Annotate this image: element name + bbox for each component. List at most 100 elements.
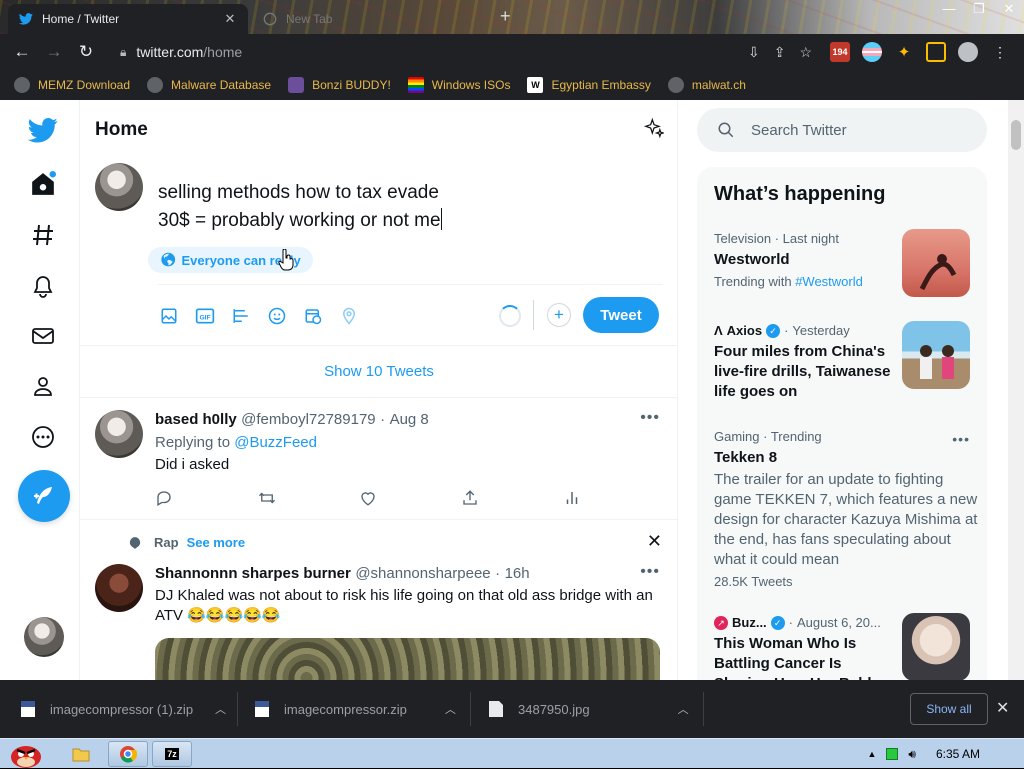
profile-person-icon[interactable] (26, 369, 60, 403)
ublock-extension-icon[interactable]: 194 (830, 42, 850, 62)
network-icon[interactable] (886, 748, 899, 760)
bookmark-star-icon[interactable]: ☆ (799, 44, 812, 61)
download-item[interactable]: imagecompressor (1).zip ︿ (20, 680, 226, 738)
sparkle-icon[interactable] (643, 117, 666, 143)
more-options-icon[interactable]: ••• (952, 431, 970, 447)
chevron-up-icon[interactable]: ︿ (678, 701, 689, 717)
poll-icon[interactable] (230, 305, 252, 327)
taiwan-news-thumbnail[interactable] (902, 321, 970, 389)
tweet-time[interactable]: 16h (505, 565, 530, 582)
tweet-handle[interactable]: @femboyl72789179 (241, 411, 376, 428)
chevron-up-icon[interactable]: ︿ (445, 701, 456, 717)
bookmark-egyptian-embassy[interactable]: W Egyptian Embassy (527, 77, 651, 93)
scrollbar-thumb[interactable] (1011, 120, 1021, 150)
install-app-icon[interactable]: ⇩ (748, 44, 760, 61)
retweet-icon[interactable] (257, 488, 359, 508)
lock-icon[interactable]: 🔒︎ (120, 45, 126, 60)
download-shelf: imagecompressor (1).zip ︿ imagecompresso… (0, 680, 1024, 738)
compose-textbox[interactable]: selling methods how to tax evade 30$ = p… (158, 179, 442, 235)
replying-to-link[interactable]: @BuzzFeed (234, 434, 317, 451)
tweet-avatar[interactable] (95, 564, 143, 612)
more-options-icon[interactable]: ••• (640, 409, 660, 427)
menu-kebab-icon[interactable]: ⋮ (990, 42, 1010, 62)
trend-item[interactable]: ↗ Buz... ✓ · August 6, 20... This Woman … (714, 615, 894, 680)
bookmark-bonzi[interactable]: Bonzi BUDDY! (288, 77, 391, 93)
tweet-media-image[interactable] (155, 638, 660, 680)
tab-new-tab[interactable]: New Tab (252, 4, 482, 34)
tweet-avatar[interactable] (95, 410, 143, 458)
tweet[interactable]: Rap See more ✕ Shannonnn sharpes burner … (80, 521, 678, 680)
gif-icon[interactable]: GIF (194, 305, 216, 327)
see-more-link[interactable]: See more (187, 535, 246, 550)
notifications-bell-icon[interactable] (26, 269, 60, 303)
volume-icon[interactable]: 🔊︎ (908, 747, 916, 762)
twitter-logo-icon[interactable] (26, 113, 60, 147)
add-thread-button[interactable]: + (547, 303, 571, 327)
more-options-icon[interactable]: ••• (640, 563, 660, 581)
dismiss-close-icon[interactable]: ✕ (647, 531, 662, 552)
twitter-page: Home selling methods how to tax evade 30… (0, 100, 1024, 680)
profile-avatar-icon[interactable] (958, 42, 978, 62)
new-tab-icon[interactable]: + (500, 6, 511, 27)
buzzfeed-thumbnail[interactable] (902, 613, 970, 680)
compose-tweet-button[interactable] (18, 470, 70, 522)
bookmark-label: Windows ISOs (431, 78, 511, 92)
analytics-icon[interactable] (563, 488, 665, 508)
taskbar-clock[interactable]: 6:35 AM (936, 747, 980, 761)
bookmark-memz[interactable]: MEMZ Download (14, 77, 130, 93)
explore-hashtag-icon[interactable] (26, 218, 60, 252)
minimize-icon[interactable]: — (934, 0, 964, 20)
tab-twitter[interactable]: Home / Twitter ✕ (8, 4, 248, 34)
tweet-time[interactable]: Aug 8 (390, 411, 429, 428)
close-tab-icon[interactable]: ✕ (222, 11, 238, 27)
tray-expand-icon[interactable]: ▲ (867, 749, 876, 759)
schedule-icon[interactable] (302, 305, 324, 327)
bookmark-windows-isos[interactable]: Windows ISOs (407, 77, 511, 93)
search-input[interactable]: Search Twitter (697, 108, 987, 152)
topic-label[interactable]: Rap (154, 535, 179, 550)
close-download-shelf-icon[interactable]: ✕ (996, 698, 1009, 718)
puzzle-extensions-icon[interactable]: ✦ (894, 42, 914, 62)
trend-item[interactable]: Gaming · Trending Tekken 8 The trailer f… (714, 429, 979, 589)
start-angry-bird-icon[interactable] (4, 741, 48, 768)
show-new-tweets-button[interactable]: Show 10 Tweets (80, 346, 678, 398)
maximize-icon[interactable]: ❐ (964, 0, 994, 20)
westworld-thumbnail[interactable] (902, 229, 970, 297)
reply-icon[interactable] (155, 488, 257, 508)
compose-avatar[interactable] (95, 163, 143, 211)
reload-icon[interactable]: ↻ (70, 42, 102, 62)
hashtag-link[interactable]: #Westworld (795, 274, 863, 289)
account-avatar[interactable] (24, 617, 64, 657)
emoji-icon[interactable] (266, 305, 288, 327)
forward-arrow-icon[interactable]: → (38, 42, 70, 62)
explorer-folder-icon[interactable] (70, 741, 92, 767)
tweet-handle[interactable]: @shannonsharpeee (355, 565, 490, 582)
trend-item[interactable]: Λ Axios ✓ · Yesterday Four miles from Ch… (714, 323, 894, 402)
tweet-author-name[interactable]: based h0lly (155, 411, 237, 428)
show-all-downloads-button[interactable]: Show all (910, 693, 988, 725)
tweet-button[interactable]: Tweet (583, 297, 659, 333)
bookmark-malware-database[interactable]: Malware Database (147, 77, 271, 93)
messages-envelope-icon[interactable] (26, 319, 60, 353)
back-arrow-icon[interactable]: ← (6, 42, 38, 62)
download-item[interactable]: 3487950.jpg ︿ (488, 680, 689, 738)
location-pin-icon[interactable] (338, 305, 360, 327)
share-icon[interactable]: ⇪ (774, 44, 786, 61)
share-icon[interactable] (461, 488, 563, 508)
like-heart-icon[interactable] (359, 488, 461, 508)
more-circle-icon[interactable] (26, 420, 60, 454)
chrome-taskbar-button[interactable] (108, 741, 148, 767)
bookmark-malwatch[interactable]: malwat.ch (667, 77, 746, 93)
tweet-author-name[interactable]: Shannonnn sharpes burner (155, 565, 351, 582)
download-item[interactable]: imagecompressor.zip ︿ (254, 680, 456, 738)
address-bar[interactable]: 🔒︎ twitter.com/home ⇩ ⇪ ☆ (108, 37, 820, 67)
sidepanel-icon[interactable] (926, 42, 946, 62)
home-icon[interactable] (26, 167, 60, 201)
tweet[interactable]: based h0lly @femboyl72789179 · Aug 8 •••… (80, 399, 678, 520)
page-scrollbar[interactable] (1008, 100, 1024, 680)
close-window-icon[interactable]: ✕ (994, 0, 1024, 20)
chevron-up-icon[interactable]: ︿ (215, 701, 226, 717)
flag-extension-icon[interactable] (862, 42, 882, 62)
7zip-taskbar-button[interactable]: 7z (152, 741, 192, 767)
image-icon[interactable] (158, 305, 180, 327)
